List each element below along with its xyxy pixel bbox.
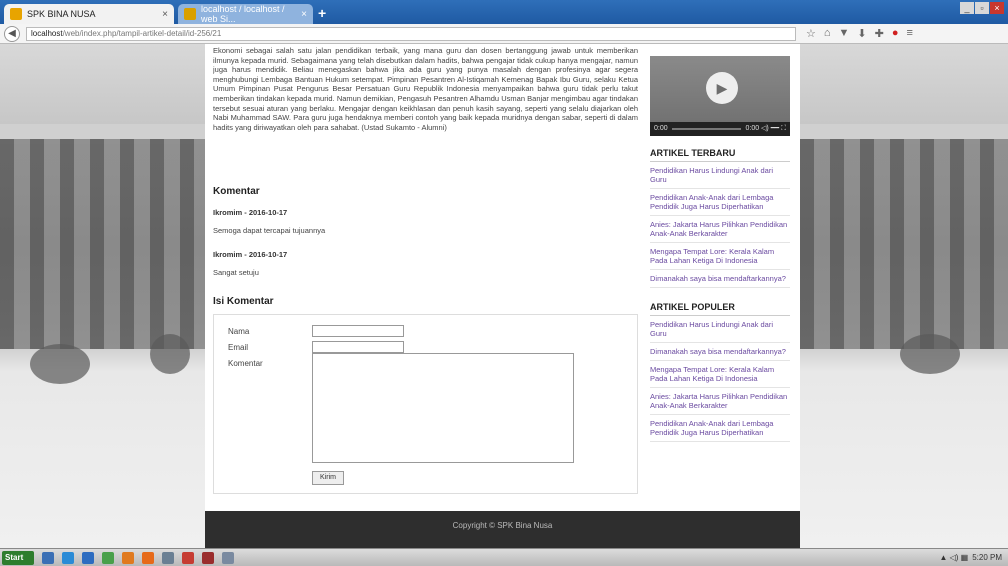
pocket-icon[interactable]: ▼ [839, 27, 850, 40]
name-input[interactable] [312, 325, 404, 337]
tab-spk[interactable]: SPK BINA NUSA × [4, 4, 174, 24]
article-body: Ekonomi sebagai salah satu jalan pendidi… [213, 46, 638, 132]
comment-textarea[interactable] [312, 353, 574, 463]
ie-icon[interactable] [62, 551, 74, 564]
app-icon[interactable] [162, 551, 174, 564]
navigation-bar: ◀ localhost/web/index.php/tampil-artikel… [0, 24, 1008, 44]
latest-articles-widget: ARTIKEL TERBARU Pendidikan Harus Lindung… [650, 148, 790, 288]
comment-meta: Ikromim - 2016-10-17 [213, 208, 288, 217]
video-duration[interactable]: 0:00 ◁) ━━ ⛶ [745, 122, 786, 136]
latest-articles-list: Pendidikan Harus Lindungi Anak dari Guru… [650, 162, 790, 288]
tree-image [150, 334, 190, 374]
video-player[interactable]: ▶ 0:00 0:00 ◁) ━━ ⛶ [650, 56, 790, 136]
article-link[interactable]: Mengapa Tempat Lore: Kerala Kalam Pada L… [650, 243, 790, 270]
tray-icons[interactable]: ▲ ◁) ▦ [939, 553, 968, 562]
comment-meta: Ikromim - 2016-10-17 [213, 250, 288, 259]
app-icon[interactable] [102, 551, 114, 564]
back-arrow-icon[interactable]: ◀ [4, 25, 20, 42]
minimize-button[interactable]: _ [960, 2, 974, 14]
menu-icon[interactable]: ≡ [907, 27, 913, 40]
article-link[interactable]: Dimanakah saya bisa mendaftarkannya? [650, 343, 790, 361]
close-tab-icon[interactable]: × [162, 9, 168, 20]
copyright-text: Copyright © SPK Bina Nusa [452, 521, 553, 530]
latest-articles-title: ARTIKEL TERBARU [650, 148, 790, 162]
background-building-image [800, 139, 1008, 349]
play-icon[interactable]: ▶ [706, 72, 738, 104]
article-link[interactable]: Anies: Jakarta Harus Pilihkan Pendidikan… [650, 216, 790, 243]
video-progress-bar[interactable] [671, 128, 742, 130]
tab-label: localhost / localhost / web Si... [201, 4, 285, 24]
xampp-icon[interactable] [122, 551, 134, 564]
app-icon[interactable] [202, 551, 214, 564]
new-tab-button[interactable]: + [318, 5, 326, 21]
bookmark-star-icon[interactable]: ☆ [806, 27, 816, 40]
page-viewport: Ekonomi sebagai salah satu jalan pendidi… [0, 44, 1008, 548]
comment-form: Nama Email Komentar Kirim [213, 314, 638, 494]
email-label: Email [228, 343, 249, 352]
extension-icon[interactable]: ● [892, 27, 899, 40]
comment-text: Semoga dapat tercapai tujuannya [213, 226, 326, 235]
firefox-icon[interactable] [142, 551, 154, 564]
article-link[interactable]: Pendidikan Harus Lindungi Anak dari Guru [650, 316, 790, 343]
tab-label: SPK BINA NUSA [27, 9, 96, 19]
article-link[interactable]: Pendidikan Harus Lindungi Anak dari Guru [650, 162, 790, 189]
popular-articles-list: Pendidikan Harus Lindungi Anak dari Guru… [650, 316, 790, 442]
comments-title: Komentar [213, 186, 260, 197]
address-bar[interactable]: localhost/web/index.php/tampil-artikel-d… [26, 26, 796, 41]
os-taskbar: Start ▲ ◁) ▦ 5:20 PM [0, 548, 1008, 566]
app-icon[interactable] [82, 551, 94, 564]
browser-tab-bar: SPK BINA NUSA × localhost / localhost / … [0, 0, 1008, 24]
app-icon[interactable] [182, 551, 194, 564]
addon-icon[interactable]: ✚ [875, 27, 884, 40]
video-controls: 0:00 0:00 ◁) ━━ ⛶ [650, 122, 790, 136]
tree-image [30, 344, 90, 384]
article-link[interactable]: Dimanakah saya bisa mendaftarkannya? [650, 270, 790, 288]
explorer-icon[interactable] [42, 551, 54, 564]
page-container: Ekonomi sebagai salah satu jalan pendidi… [205, 44, 800, 548]
article-link[interactable]: Anies: Jakarta Harus Pilihkan Pendidikan… [650, 388, 790, 415]
download-icon[interactable]: ⬇ [857, 27, 866, 40]
article-link[interactable]: Mengapa Tempat Lore: Kerala Kalam Pada L… [650, 361, 790, 388]
page-footer: Copyright © SPK Bina Nusa [205, 511, 800, 548]
app-icon[interactable] [222, 551, 234, 564]
start-button[interactable]: Start [2, 550, 34, 565]
maximize-button[interactable]: ▫ [975, 2, 989, 14]
form-title: Isi Komentar [213, 296, 274, 307]
background-building-image [0, 139, 205, 349]
window-controls: _ ▫ × [960, 2, 1004, 14]
article-link[interactable]: Pendidikan Anak-Anak dari Lembaga Pendid… [650, 189, 790, 216]
article-link[interactable]: Pendidikan Anak-Anak dari Lembaga Pendid… [650, 415, 790, 442]
system-tray: ▲ ◁) ▦ 5:20 PM [939, 553, 1008, 562]
name-label: Nama [228, 327, 250, 336]
url-host: localhost [31, 28, 63, 38]
comment-label: Komentar [228, 359, 263, 368]
close-window-button[interactable]: × [990, 2, 1004, 14]
url-path: /web/index.php/tampil-artikel-detail/id-… [62, 28, 222, 38]
tab-localhost[interactable]: localhost / localhost / web Si... × [178, 4, 313, 24]
main-content: Ekonomi sebagai salah satu jalan pendidi… [205, 44, 645, 504]
tree-image [900, 334, 960, 374]
favicon-icon [10, 8, 22, 20]
comment-text: Sangat setuju [213, 268, 259, 277]
favicon-icon [184, 8, 196, 20]
email-input[interactable] [312, 341, 404, 353]
video-time: 0:00 [654, 125, 668, 132]
submit-button[interactable]: Kirim [312, 471, 344, 485]
home-icon[interactable]: ⌂ [824, 27, 831, 40]
popular-articles-widget: ARTIKEL POPULER Pendidikan Harus Lindung… [650, 302, 790, 442]
clock: 5:20 PM [972, 553, 1002, 562]
toolbar-icons: ☆ ⌂ ▼ ⬇ ✚ ● ≡ [806, 27, 913, 40]
popular-articles-title: ARTIKEL POPULER [650, 302, 790, 316]
close-tab-icon[interactable]: × [301, 9, 307, 20]
